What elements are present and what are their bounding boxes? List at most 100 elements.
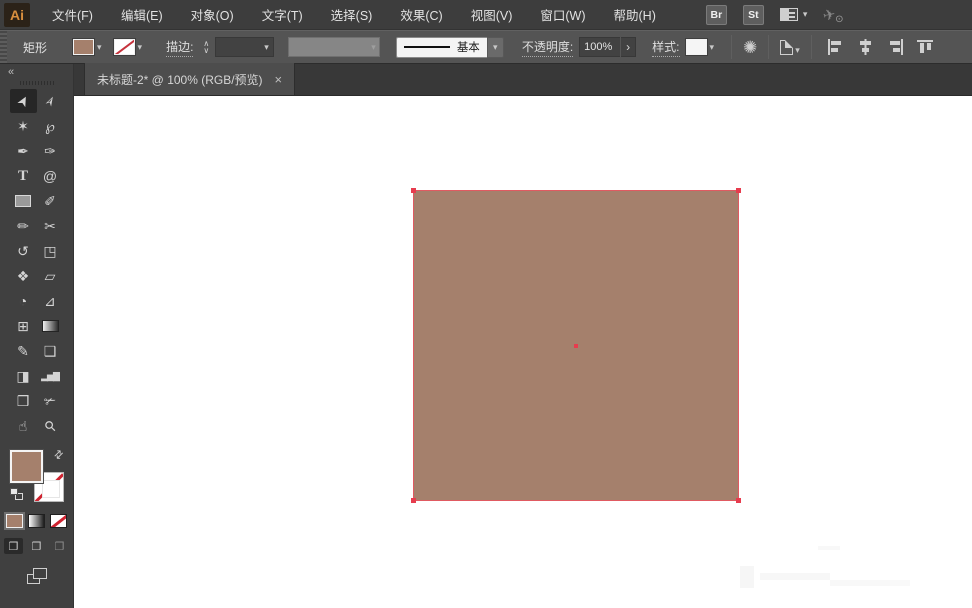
canvas[interactable] xyxy=(74,96,972,608)
anchor-point[interactable] xyxy=(736,188,741,193)
type-tool[interactable]: T xyxy=(10,164,37,188)
stroke-weight-dropdown[interactable]: ▾ xyxy=(215,37,274,57)
screen-mode-icon xyxy=(32,568,47,579)
eyedropper-tool[interactable]: ✎ xyxy=(10,339,37,363)
free-transform-tool[interactable]: ▱ xyxy=(37,264,64,288)
menu-object[interactable]: 对象(O) xyxy=(177,0,248,29)
chevron-down-icon[interactable]: ▾ xyxy=(97,42,102,52)
default-fill-stroke-icon[interactable] xyxy=(9,488,23,500)
stroke-color-control[interactable]: ▾ xyxy=(112,38,143,56)
chevron-down-icon[interactable]: ▾ xyxy=(260,42,273,52)
menu-view[interactable]: 视图(V) xyxy=(457,0,527,29)
opacity-label[interactable]: 不透明度: xyxy=(521,38,574,57)
draw-inside-button[interactable]: ❐ xyxy=(50,538,69,554)
document-icon xyxy=(780,39,794,55)
pencil-tool[interactable]: ✏ xyxy=(10,214,37,238)
stroke-none-swatch[interactable] xyxy=(112,38,136,56)
panel-grip-handle[interactable] xyxy=(19,81,54,85)
scale-tool[interactable]: ◳ xyxy=(37,239,64,263)
perspective-grid-tool[interactable]: ⊿ xyxy=(37,289,64,313)
none-button[interactable] xyxy=(50,514,67,528)
fill-color-control[interactable]: ▾ xyxy=(72,38,102,56)
collapse-panel-button[interactable]: « xyxy=(0,64,73,79)
brush-dropdown-button[interactable]: ▾ xyxy=(486,36,504,58)
color-button[interactable] xyxy=(4,512,25,530)
stock-button[interactable]: St xyxy=(742,4,764,25)
document-tab-bar: 未标题-2* @ 100% (RGB/预览) × xyxy=(74,63,972,96)
shape-builder-tool[interactable]: ◔ xyxy=(10,289,37,313)
chevron-down-icon[interactable]: ▾ xyxy=(710,42,715,52)
document-setup-button[interactable]: ▾ xyxy=(780,39,800,55)
lasso-tool[interactable]: ℘ xyxy=(37,114,64,138)
zoom-tool[interactable]: ⚲ xyxy=(37,414,64,438)
align-controls xyxy=(827,39,934,55)
brush-definition-dropdown[interactable]: 基本 ▾ xyxy=(395,36,504,58)
spiral-line-tool[interactable]: @ xyxy=(37,164,64,188)
menu-type[interactable]: 文字(T) xyxy=(248,0,317,29)
direct-selection-tool[interactable]: ➢ xyxy=(37,89,64,113)
stepper-down-icon[interactable]: ∨ xyxy=(203,47,209,55)
anchor-point[interactable] xyxy=(411,188,416,193)
tab-close-icon[interactable]: × xyxy=(275,73,283,86)
recolor-artwork-button[interactable]: ✺ xyxy=(743,39,757,56)
width-tool[interactable]: ❖ xyxy=(10,264,37,288)
anchor-point[interactable] xyxy=(736,498,741,503)
draw-behind-button[interactable]: ❐ xyxy=(27,538,46,554)
gradient-tool[interactable] xyxy=(37,314,64,338)
style-swatch[interactable] xyxy=(684,38,708,56)
fill-indicator[interactable] xyxy=(8,449,44,484)
slice-tool[interactable]: ✃ xyxy=(37,389,64,413)
stroke-weight-label[interactable]: 描边: xyxy=(166,38,194,57)
swap-fill-stroke-icon[interactable]: ⇄ xyxy=(51,447,67,462)
blend-tool[interactable]: ❑ xyxy=(37,339,64,363)
menu-help[interactable]: 帮助(H) xyxy=(600,0,670,29)
artboard-tool[interactable]: ❒ xyxy=(10,389,37,413)
sync-settings-icon[interactable]: ✈ xyxy=(822,4,838,24)
symbol-sprayer-tool[interactable]: ◨ xyxy=(10,364,37,388)
style-label[interactable]: 样式: xyxy=(652,38,680,57)
align-right-button[interactable] xyxy=(887,39,904,55)
curvature-tool[interactable]: ✑ xyxy=(37,139,64,163)
menu-file[interactable]: 文件(F) xyxy=(38,0,107,29)
menu-window[interactable]: 窗口(W) xyxy=(526,0,599,29)
change-screen-mode-button[interactable] xyxy=(26,568,47,584)
align-left-button[interactable] xyxy=(827,39,844,55)
chevron-down-icon: ▾ xyxy=(795,44,800,55)
selection-tool[interactable]: ➤ xyxy=(9,89,37,113)
rectangle-tool[interactable] xyxy=(10,189,37,213)
opacity-control[interactable]: › xyxy=(579,37,637,57)
panel-grip-handle[interactable] xyxy=(0,31,7,63)
stroke-weight-stepper[interactable]: ∧ ∨ xyxy=(203,40,209,55)
align-center-button[interactable] xyxy=(857,39,874,55)
default-fill-mini xyxy=(9,488,18,495)
menu-edit[interactable]: 编辑(E) xyxy=(107,0,177,29)
drawn-rectangle[interactable] xyxy=(411,188,741,503)
style-control[interactable]: ▾ xyxy=(684,38,715,56)
bridge-button[interactable]: Br xyxy=(705,4,727,25)
rotate-tool[interactable]: ↺ xyxy=(10,239,37,263)
pen-tool[interactable]: ✒ xyxy=(10,139,37,163)
workspace-switcher[interactable]: ▾ xyxy=(779,8,807,21)
control-bar: 矩形 ▾ ▾ 描边: ∧ ∨ ▾ ▾ 基本 ▾ 不透明度: 100% › 样式:… xyxy=(0,30,972,64)
anchor-point[interactable] xyxy=(411,498,416,503)
hand-tool[interactable]: ☝ xyxy=(10,414,37,438)
menu-select[interactable]: 选择(S) xyxy=(317,0,387,29)
stroke-weight-input[interactable] xyxy=(216,41,261,53)
brush-name-label: 基本 xyxy=(456,42,480,54)
menu-effect[interactable]: 效果(C) xyxy=(386,0,456,29)
opacity-expand-button[interactable]: › xyxy=(620,37,635,57)
brush-preview[interactable]: 基本 xyxy=(395,36,487,58)
draw-normal-button[interactable]: ❐ xyxy=(4,538,23,554)
paintbrush-tool[interactable]: ✐ xyxy=(37,189,64,213)
document-tab[interactable]: 未标题-2* @ 100% (RGB/预览) × xyxy=(84,63,296,95)
column-graph-tool[interactable]: ▂▅▇ xyxy=(37,364,64,388)
mesh-tool[interactable]: ⊞ xyxy=(10,314,37,338)
gradient-button[interactable] xyxy=(28,514,45,528)
magic-wand-tool[interactable]: ✶ xyxy=(10,114,37,138)
scissors-tool[interactable]: ✂ xyxy=(37,214,64,238)
artboard-tool-icon: ❒ xyxy=(16,393,30,409)
align-top-button[interactable] xyxy=(916,39,934,55)
fill-color-swatch[interactable] xyxy=(72,38,96,56)
chevron-down-icon[interactable]: ▾ xyxy=(138,42,143,52)
opacity-input[interactable] xyxy=(580,41,621,53)
